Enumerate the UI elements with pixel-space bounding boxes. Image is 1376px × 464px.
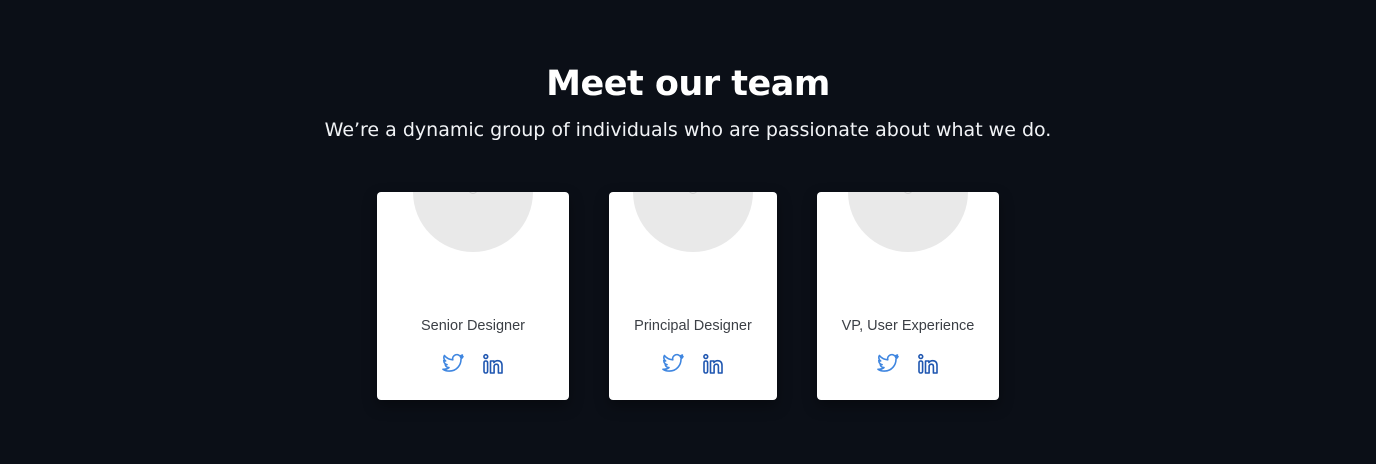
avatar-placeholder	[413, 192, 533, 252]
team-member-card: Principal Designer	[609, 192, 777, 400]
member-role: Principal Designer	[634, 318, 752, 334]
twitter-icon	[877, 353, 899, 372]
team-member-card: Senior Designer	[377, 192, 569, 400]
user-icon	[689, 192, 697, 194]
member-role: VP, User Experience	[841, 318, 975, 334]
user-icon	[469, 192, 477, 194]
avatar-placeholder	[633, 192, 753, 252]
linkedin-link[interactable]	[481, 352, 505, 376]
linkedin-icon	[918, 353, 938, 374]
avatar-placeholder	[848, 192, 968, 252]
social-links	[377, 352, 569, 378]
linkedin-icon	[703, 353, 723, 374]
twitter-link[interactable]	[661, 352, 685, 376]
twitter-link[interactable]	[441, 352, 465, 376]
social-links	[609, 352, 777, 378]
team-section: Meet our team We’re a dynamic group of i…	[0, 0, 1376, 464]
section-title: Meet our team	[546, 64, 830, 104]
twitter-icon	[662, 353, 684, 372]
social-links	[817, 352, 999, 378]
linkedin-link[interactable]	[701, 352, 725, 376]
linkedin-link[interactable]	[916, 352, 940, 376]
section-subtitle: We’re a dynamic group of individuals who…	[324, 119, 1052, 141]
linkedin-icon	[483, 353, 503, 374]
user-icon	[904, 192, 912, 194]
twitter-link[interactable]	[876, 352, 900, 376]
team-member-card: VP, User Experience	[817, 192, 999, 400]
twitter-icon	[442, 353, 464, 372]
member-role: Senior Designer	[421, 318, 525, 334]
